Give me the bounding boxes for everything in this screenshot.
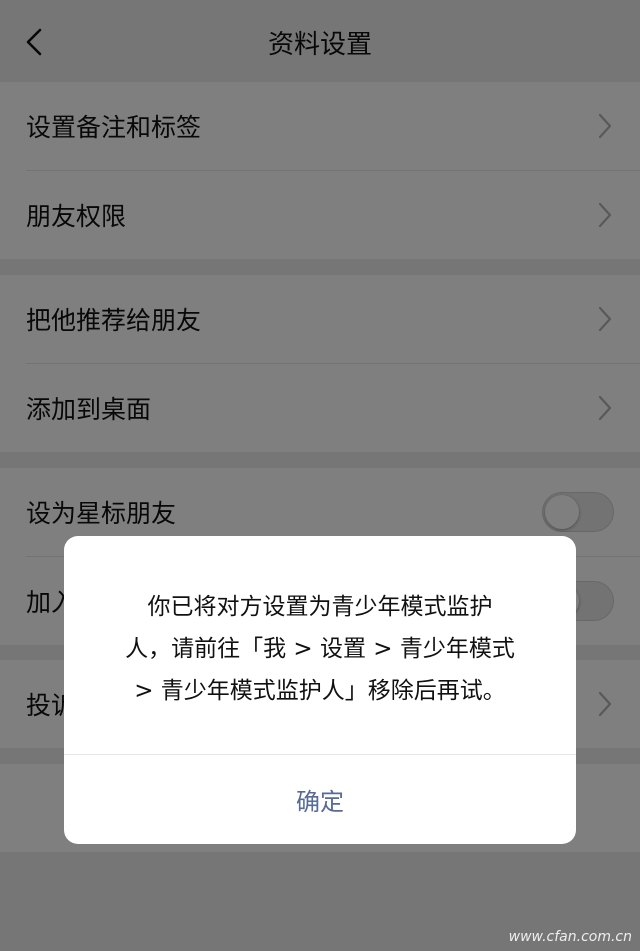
dialog-message-line: > 青少年模式监护人」移除后再试。 xyxy=(134,678,506,704)
confirm-button[interactable]: 确定 xyxy=(64,755,576,844)
dialog-message-line: 你已将对方设置为青少年模式监护 xyxy=(147,594,493,620)
dialog-message-line: 人，请前往「我 > 设置 > 青少年模式 xyxy=(125,636,515,662)
watermark: www.cfan.com.cn xyxy=(508,929,632,945)
alert-dialog: 你已将对方设置为青少年模式监护 人，请前往「我 > 设置 > 青少年模式 > 青… xyxy=(64,536,576,844)
dialog-message: 你已将对方设置为青少年模式监护 人，请前往「我 > 设置 > 青少年模式 > 青… xyxy=(100,586,540,712)
